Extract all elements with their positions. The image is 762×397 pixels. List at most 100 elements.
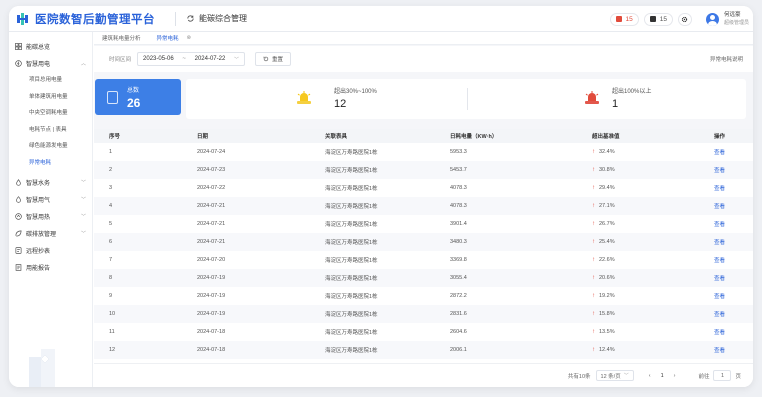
cell-index: 3 — [109, 185, 113, 191]
sidebar-subitem-building[interactable]: 单体建筑用电量 — [9, 89, 92, 106]
cell-action[interactable]: 查看 — [714, 269, 753, 287]
hospital-logo-icon — [17, 12, 28, 25]
cell-exceed: ↑ 19.2% — [592, 287, 714, 305]
cell-consumption: 2872.2 — [450, 293, 467, 299]
report-icon — [15, 264, 22, 271]
start-date: 2023-05-06 — [143, 56, 174, 62]
arrow-up-icon: ↑ — [592, 149, 595, 155]
reset-button[interactable]: 重置 — [255, 52, 292, 66]
alarm-badge[interactable]: 15 — [609, 12, 639, 26]
cell-action[interactable]: 查看 — [714, 197, 753, 215]
cell-action[interactable]: 查看 — [714, 323, 753, 341]
sidebar-item-gas[interactable]: 智慧用气 ﹀ — [9, 191, 92, 208]
sidebar-subitem-abnormal[interactable]: 异常电耗 — [9, 155, 92, 172]
view-link[interactable]: 查看 — [714, 150, 725, 156]
view-link[interactable]: 查看 — [714, 348, 725, 354]
cell-action[interactable]: 查看 — [714, 215, 753, 233]
next-page-icon[interactable]: › — [674, 373, 676, 379]
exceed-value: 25.4% — [599, 239, 615, 245]
settings-button[interactable] — [677, 12, 692, 26]
cell-consumption: 4078.3 — [450, 197, 592, 215]
sidebar-item-electricity[interactable]: 智慧用电 ︿ — [9, 56, 92, 70]
cell-index: 4 — [94, 197, 197, 215]
cell-action[interactable]: 查看 — [714, 179, 753, 197]
abnormal-table: 序号 日期 关联表具 日耗电量（KW·h） 超出基准值 操作 1 2024-07-… — [94, 129, 753, 387]
current-page[interactable]: 1 — [661, 373, 664, 379]
range-separator: ~ — [182, 56, 186, 62]
goto-label: 前往 — [698, 373, 710, 380]
view-link[interactable]: 查看 — [714, 168, 725, 174]
sidebar-subitem-project-total[interactable]: 项目总用电量 — [9, 72, 92, 89]
cell-exceed: ↑ 20.6% — [592, 269, 714, 287]
cell-action[interactable]: 查看 — [714, 341, 753, 359]
cell-meter: 海淀区万寿路医院1栋 — [325, 305, 450, 323]
sidebar-item-overview[interactable]: 能碳总览 — [9, 39, 92, 53]
carbon-icon — [15, 230, 22, 237]
gear-icon — [682, 16, 688, 22]
sidebar-item-water[interactable]: 智慧水务 ﹀ — [9, 174, 92, 191]
view-link[interactable]: 查看 — [714, 204, 725, 210]
column-header-exceed: 超出基准值 — [592, 129, 714, 143]
refresh-cycle-icon — [187, 15, 194, 22]
exceed-100-value: 1 — [612, 98, 619, 110]
view-link[interactable]: 查看 — [714, 330, 725, 336]
view-link[interactable]: 查看 — [714, 258, 725, 264]
sidebar-item-meter[interactable]: 远程抄表 — [9, 242, 92, 259]
cell-exceed: ↑ 26.7% — [592, 215, 714, 233]
cell-consumption: 5453.7 — [450, 161, 592, 179]
chevron-down-icon: ﹀ — [80, 231, 86, 237]
exceed-value: 20.6% — [599, 275, 615, 281]
page-size-value: 12 条/页 — [600, 373, 621, 380]
cell-action[interactable]: 查看 — [714, 233, 753, 251]
sidebar-item-label: 用能报告 — [26, 266, 51, 272]
cell-exceed: ↑ 30.8% — [592, 161, 714, 179]
cell-action[interactable]: 查看 — [714, 161, 753, 179]
view-link[interactable]: 查看 — [714, 240, 725, 246]
cell-action[interactable]: 查看 — [714, 305, 753, 323]
grid-icon — [15, 42, 22, 50]
date-range-picker[interactable]: 2023-05-06 ~ 2024-07-22 ﹀ — [137, 52, 246, 66]
table-row: 11 2024-07-18 海淀区万寿路医院1栋 2604.6 ↑ 13.5% 查看 — [94, 323, 753, 341]
cell-exceed: ↑ 12.4% — [592, 341, 714, 359]
cell-meter: 海淀区万寿路医院1栋 — [325, 294, 378, 300]
prev-page-icon[interactable]: ‹ — [649, 373, 651, 379]
logo: 医院数智后勤管理平台 — [17, 11, 167, 27]
sidebar-item-report[interactable]: 用能报告 — [9, 259, 92, 276]
tab-abnormal[interactable]: 异常电耗 ⊗ — [149, 32, 200, 45]
cell-exceed: ↑ 27.1% — [592, 197, 714, 215]
cell-action[interactable]: 查看 — [714, 143, 753, 161]
user-info[interactable]: 何远豪 超级管理员 — [724, 11, 749, 27]
view-link[interactable]: 查看 — [714, 312, 725, 318]
cell-date: 2024-07-19 — [197, 305, 325, 323]
column-header-date: 日期 — [197, 129, 325, 143]
cell-meter: 海淀区万寿路医院1栋 — [325, 330, 378, 336]
cell-action[interactable]: 查看 — [714, 287, 753, 305]
divider — [175, 11, 176, 26]
avatar[interactable] — [705, 12, 719, 26]
arrow-up-icon: ↑ — [592, 239, 595, 245]
message-badge[interactable]: 15 — [643, 12, 673, 26]
gas-icon — [15, 196, 22, 203]
sidebar-subitem-nodes[interactable]: 电耗节点 | 表具 — [9, 122, 92, 139]
reset-icon — [263, 56, 269, 62]
exceed-value: 32.4% — [599, 149, 615, 155]
view-link[interactable]: 查看 — [714, 276, 725, 282]
sidebar-subitem-green-energy[interactable]: 绿色能源发电量 — [9, 138, 92, 155]
view-link[interactable]: 查看 — [714, 294, 725, 300]
view-link[interactable]: 查看 — [714, 186, 725, 192]
arrow-up-icon: ↑ — [592, 347, 595, 353]
module-switcher[interactable]: 能碳综合管理 — [186, 13, 247, 24]
table-row: 1 2024-07-24 海淀区万寿路医院1栋 5953.3 ↑ 32.4% 查看 — [94, 143, 753, 161]
sidebar-subitem-hvac[interactable]: 中央空调耗电量 — [9, 105, 92, 122]
goto-page-input[interactable]: 1 — [713, 370, 732, 381]
page-size-select[interactable]: 12 条/页 ﹀ — [595, 370, 634, 381]
tab-building-analysis[interactable]: 建筑耗电量分析 — [94, 32, 149, 45]
cell-exceed: ↑ 29.4% — [592, 179, 714, 197]
abnormal-explain-link[interactable]: 异常电耗说明 — [710, 55, 743, 63]
view-link[interactable]: 查看 — [714, 222, 725, 228]
close-tab-icon[interactable]: ⊗ — [187, 35, 192, 41]
sidebar-item-heat[interactable]: 智慧用热 ﹀ — [9, 208, 92, 225]
sidebar-item-carbon[interactable]: 碳排放管理 ﹀ — [9, 225, 92, 242]
stat-cards: 总数 26 超出30%~100% 12 超出100%以上 1 — [94, 79, 753, 119]
cell-action[interactable]: 查看 — [714, 251, 753, 269]
